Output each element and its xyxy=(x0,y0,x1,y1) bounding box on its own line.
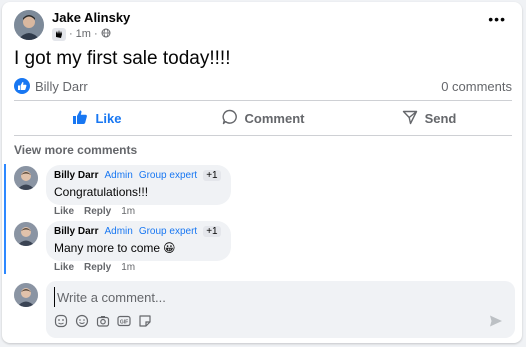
admin-badge: Admin xyxy=(104,226,133,237)
sticker-icon[interactable] xyxy=(54,314,68,328)
send-icon xyxy=(402,109,418,128)
reactions-summary[interactable]: Billy Darr xyxy=(14,78,88,94)
grinning-emoji-icon: 😀 xyxy=(163,241,176,255)
comment-count[interactable]: 0 comments xyxy=(441,79,512,94)
camera-icon[interactable] xyxy=(96,314,110,328)
composer-avatar[interactable] xyxy=(14,283,38,307)
send-label: Send xyxy=(424,110,457,126)
divider-bottom xyxy=(14,135,512,136)
like-label: Like xyxy=(95,110,122,126)
author-avatar[interactable] xyxy=(14,10,44,40)
svg-text:GIF: GIF xyxy=(120,319,128,325)
send-button[interactable]: Send xyxy=(346,103,512,133)
post-time[interactable]: 1m xyxy=(76,28,91,40)
like-reaction-icon xyxy=(14,78,30,94)
comment-body: Many more to come xyxy=(54,241,161,255)
more-badges[interactable]: +1 xyxy=(203,226,221,237)
wave-badge-icon xyxy=(52,27,66,41)
comment-time[interactable]: 1m xyxy=(121,262,135,273)
avatar-sticker-icon[interactable] xyxy=(138,314,152,328)
comment-avatar[interactable] xyxy=(14,222,38,246)
comment-author[interactable]: Billy Darr xyxy=(54,170,98,181)
comment-input[interactable] xyxy=(54,287,499,307)
send-arrow-icon[interactable] xyxy=(489,314,503,333)
like-button[interactable]: Like xyxy=(14,103,180,133)
group-expert-badge: Group expert xyxy=(138,170,198,181)
comment-bubble: Billy Darr Admin Group expert +1 Congrat… xyxy=(46,165,231,205)
comment-composer: GIF xyxy=(46,281,515,338)
comment-actions: Like Reply 1m xyxy=(54,206,135,217)
post-meta: · 1m · xyxy=(52,27,111,41)
group-expert-badge: Group expert xyxy=(138,226,198,237)
comment-header: Billy Darr Admin Group expert +1 xyxy=(54,226,221,237)
comment-icon xyxy=(222,109,238,128)
author-name[interactable]: Jake Alinsky xyxy=(52,10,130,25)
comment-body: Congratulations!!! xyxy=(54,185,149,199)
emoji-icon[interactable] xyxy=(75,314,89,328)
composer-tools: GIF xyxy=(54,314,152,328)
comment-text: Congratulations!!! xyxy=(54,185,221,199)
comment-avatar[interactable] xyxy=(14,166,38,190)
admin-badge: Admin xyxy=(104,170,133,181)
reactor-name: Billy Darr xyxy=(35,78,88,94)
comment-label: Comment xyxy=(244,110,305,126)
gif-icon[interactable]: GIF xyxy=(117,314,131,328)
comment-like-button[interactable]: Like xyxy=(54,206,74,217)
comment-reply-button[interactable]: Reply xyxy=(84,262,111,273)
post-actions: Like Comment Send xyxy=(14,103,512,133)
comment-actions: Like Reply 1m xyxy=(54,262,135,273)
comment-like-button[interactable]: Like xyxy=(54,262,74,273)
more-icon[interactable]: ••• xyxy=(488,12,506,26)
comment-reply-button[interactable]: Reply xyxy=(84,206,111,217)
thread-line xyxy=(4,164,6,274)
globe-icon xyxy=(101,28,111,41)
view-more-comments[interactable]: View more comments xyxy=(14,143,137,157)
post-text: I got my first sale today!!!! xyxy=(14,48,231,69)
comment-button[interactable]: Comment xyxy=(180,103,346,133)
comment-bubble: Billy Darr Admin Group expert +1 Many mo… xyxy=(46,221,231,261)
comment-header: Billy Darr Admin Group expert +1 xyxy=(54,170,221,181)
more-badges[interactable]: +1 xyxy=(203,170,221,181)
comment-time[interactable]: 1m xyxy=(121,206,135,217)
thumbs-up-icon xyxy=(72,109,88,128)
comment-text: Many more to come 😀 xyxy=(54,241,221,255)
divider-top xyxy=(14,100,512,101)
comment-author[interactable]: Billy Darr xyxy=(54,226,98,237)
post-card: Jake Alinsky · 1m · ••• I got my first s… xyxy=(2,2,522,343)
